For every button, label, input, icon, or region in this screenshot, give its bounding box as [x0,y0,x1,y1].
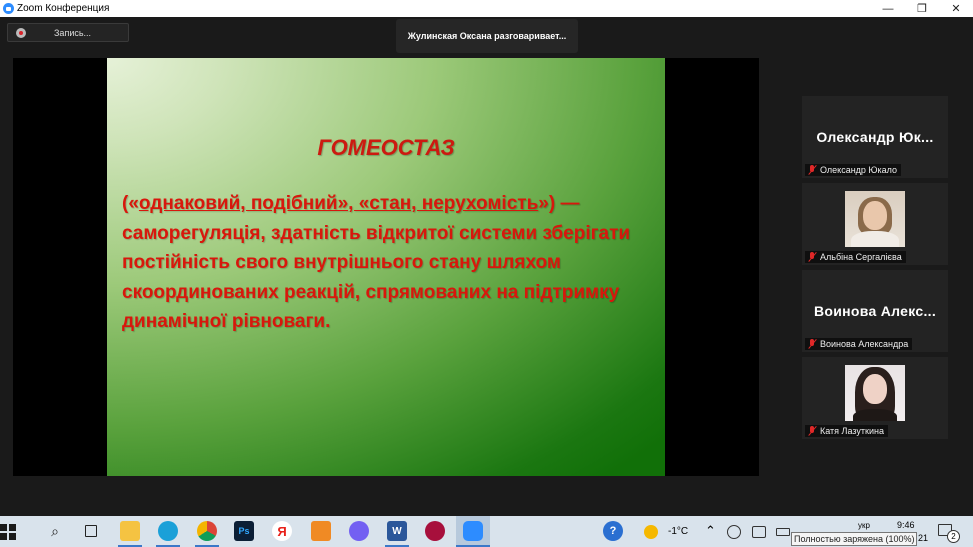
slide-body: («однаковий, подібний», «стан, нерухоміс… [122,189,662,337]
battery-icon[interactable] [776,528,790,536]
slide-body-open: (« [122,193,139,214]
language-indicator[interactable]: укр [858,521,870,530]
windows-start-icon[interactable] [0,523,16,540]
record-icon [16,27,26,38]
participant-name: Олександр Юкало [820,165,898,175]
orange-app-icon[interactable] [311,521,331,541]
title-bar: Zoom Конференция — ❐ ✕ [0,0,973,17]
help-icon[interactable]: ? [603,521,623,541]
window-controls: — ❐ ✕ [871,0,973,17]
slide-title: ГОМЕОСТАЗ [317,135,455,160]
close-button[interactable]: ✕ [939,0,973,17]
notification-badge: 2 [947,530,960,543]
screen-share-area: ГОМЕОСТАЗ («однаковий, подібний», «стан,… [13,58,759,476]
search-icon[interactable]: ⌕ [45,521,65,541]
mic-muted-icon [807,165,817,175]
participant-display-name: Олександр Юк... [816,129,934,145]
zoom-taskbar-icon[interactable] [463,521,483,541]
slide-body-underlined: однаковий, подібний», «стан, нерухомість [138,193,539,214]
chrome-icon[interactable] [197,521,217,541]
participant-tile[interactable]: Катя Лазуткина [802,357,948,439]
weather-sun-icon[interactable] [644,525,658,539]
opera-icon[interactable] [425,521,445,541]
mic-muted-icon [807,339,817,349]
recording-indicator[interactable]: Запись... [7,23,129,42]
participant-label: Альбіна Сергалієва [805,251,906,263]
weather-temp[interactable]: -1°C [668,526,688,537]
recording-label: Запись... [54,27,92,38]
file-explorer-icon[interactable] [120,521,140,541]
clock-date[interactable]: 21 [918,533,928,543]
presentation-slide: ГОМЕОСТАЗ («однаковий, подібний», «стан,… [107,58,665,476]
tray-app-icon[interactable] [727,525,741,539]
participant-tile[interactable]: Альбіна Сергалієва [802,183,948,265]
zoom-app-icon [3,3,14,14]
participant-video [845,365,905,421]
battery-tooltip: Полностью заряжена (100%) [791,532,917,546]
participant-label: Воинова Александра [805,338,913,350]
participant-name: Катя Лазуткина [820,426,884,436]
window-title: Zoom Конференция [17,3,110,14]
tray-app-icon-2[interactable] [752,526,766,538]
viber-icon[interactable] [349,521,369,541]
meeting-area: Запись... Жулинская Оксана разговаривает… [0,17,973,516]
participant-video [845,191,905,247]
participant-label: Олександр Юкало [805,164,902,176]
yandex-icon[interactable]: Я [272,521,292,541]
clock-time[interactable]: 9:46 [897,520,915,530]
minimize-button[interactable]: — [871,0,905,17]
task-view-icon[interactable] [81,521,101,541]
word-icon[interactable]: W [387,521,407,541]
participant-name: Альбіна Сергалієва [820,252,902,262]
photoshop-icon[interactable]: Ps [234,521,254,541]
edge-icon[interactable] [158,521,178,541]
participant-tile[interactable]: Воинова Алекс... Воинова Александра [802,270,948,352]
chevron-up-icon[interactable]: ⌃ [705,523,716,539]
restore-button[interactable]: ❐ [905,0,939,17]
speaking-banner: Жулинская Оксана разговаривает... [396,19,578,53]
mic-muted-icon [807,426,817,436]
participant-display-name: Воинова Алекс... [813,303,937,319]
participant-name: Воинова Александра [820,339,909,349]
mic-muted-icon [807,252,817,262]
participant-label: Катя Лазуткина [805,425,888,437]
participant-tile[interactable]: Олександр Юк... Олександр Юкало [802,96,948,178]
